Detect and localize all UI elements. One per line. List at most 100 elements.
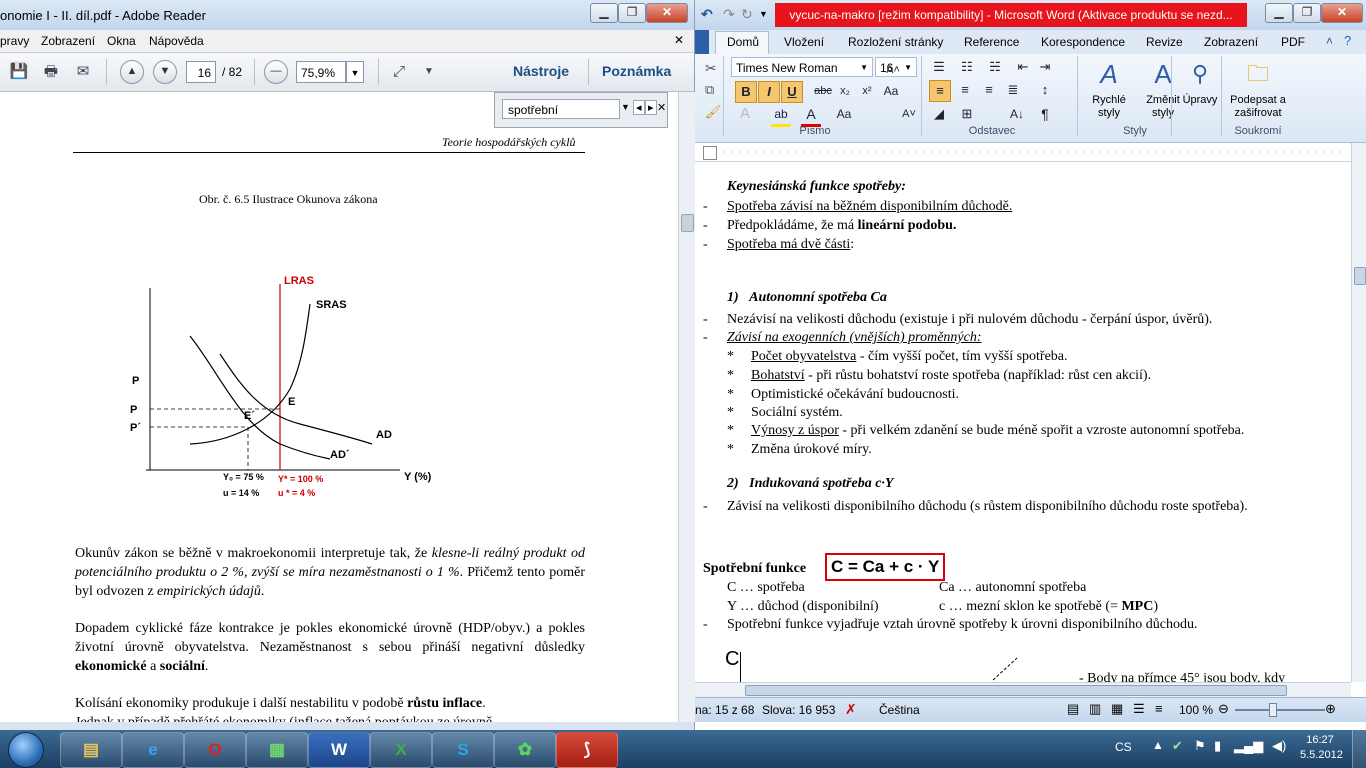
undo-icon[interactable]: ↶: [701, 6, 713, 23]
sign-encrypt-button[interactable]: Podepsat a zašifrovat: [1225, 94, 1291, 120]
proofing-icon[interactable]: ✗: [845, 701, 857, 718]
sign-encrypt-icon[interactable]: 🗀: [1241, 58, 1275, 90]
format-painter-icon[interactable]: 🖌: [705, 104, 722, 120]
maximize-button[interactable]: ❐: [618, 3, 646, 23]
print-icon[interactable]: 🖶: [40, 61, 62, 83]
close-button[interactable]: ✕: [646, 3, 688, 23]
shading-icon[interactable]: ◢: [929, 104, 949, 124]
minimize-button[interactable]: ▁: [1265, 3, 1293, 23]
office-button[interactable]: [695, 30, 709, 54]
zoom-slider-handle[interactable]: [1269, 703, 1277, 717]
menu-help[interactable]: Nápověda: [149, 34, 204, 48]
sort-icon[interactable]: A↓: [1007, 104, 1027, 124]
font-name-select[interactable]: Times New Roman ▼: [731, 57, 873, 77]
change-styles-icon[interactable]: A: [1143, 58, 1183, 90]
line-spacing-icon[interactable]: ↕: [1035, 80, 1055, 100]
page-number-input[interactable]: 16: [186, 61, 216, 83]
taskbar-icq[interactable]: ✿: [494, 732, 556, 768]
quick-styles-icon[interactable]: A: [1089, 58, 1129, 90]
ruler[interactable]: [695, 143, 1351, 162]
zoom-out-icon[interactable]: ⊖: [1218, 701, 1229, 717]
status-words[interactable]: Slova: 16 953: [762, 703, 835, 717]
status-zoom[interactable]: 100 %: [1179, 703, 1213, 717]
taskbar-explorer[interactable]: ▤: [60, 732, 122, 768]
tab-references[interactable]: Reference: [964, 35, 1019, 49]
repeat-icon[interactable]: ↻: [741, 6, 753, 23]
fullscreen-icon[interactable]: ⤢: [388, 61, 410, 83]
tab-insert[interactable]: Vložení: [784, 35, 824, 49]
reader-scroll-thumb[interactable]: [681, 214, 694, 232]
font-name-dropdown-icon[interactable]: ▼: [860, 58, 868, 78]
subscript-button[interactable]: x₂: [835, 81, 855, 101]
show-marks-icon[interactable]: ¶: [1035, 104, 1055, 124]
reader-titlebar[interactable]: onomie I - II. díl.pdf - Adobe Reader ▁ …: [0, 0, 694, 30]
save-icon[interactable]: 💾: [8, 61, 30, 83]
word-hscrollbar[interactable]: [695, 682, 1351, 697]
find-next-icon[interactable]: ▸: [645, 100, 657, 115]
numbering-icon[interactable]: ☷: [957, 57, 977, 77]
status-language[interactable]: Čeština: [879, 703, 920, 717]
word-scroll-thumb[interactable]: [1354, 267, 1366, 285]
help-icon[interactable]: ?: [1344, 33, 1351, 48]
toolbar-more-icon[interactable]: ▼: [418, 61, 440, 83]
menu-view[interactable]: Zobrazení: [41, 34, 95, 48]
strikethrough-button[interactable]: abc: [813, 81, 833, 101]
grow-font-icon[interactable]: A˄: [883, 60, 903, 80]
find-options-icon[interactable]: ▼: [621, 102, 630, 112]
underline-button[interactable]: U: [781, 81, 803, 103]
align-left-button[interactable]: ≡: [929, 80, 951, 102]
zoom-dropdown-icon[interactable]: ▼: [346, 61, 364, 83]
reader-scrollbar[interactable]: [678, 92, 695, 722]
maximize-button[interactable]: ❐: [1293, 3, 1321, 23]
comment-link[interactable]: Poznámka: [602, 63, 671, 79]
taskbar-excel[interactable]: X: [370, 732, 432, 768]
tab-mailings[interactable]: Korespondence: [1041, 35, 1125, 49]
font-color-icon[interactable]: A: [801, 104, 821, 127]
word-titlebar[interactable]: ↶ ↷ ↻ ▼ vycuc-na-makro [režim kompatibil…: [695, 0, 1366, 30]
find-input[interactable]: spotřební: [502, 99, 620, 119]
word-scrollbar[interactable]: [1351, 143, 1366, 682]
taskbar-opera[interactable]: O: [184, 732, 246, 768]
tray-expand-icon[interactable]: ▲: [1152, 738, 1164, 752]
tray-power-icon[interactable]: ▮: [1214, 738, 1221, 754]
bullets-icon[interactable]: ☰: [929, 57, 949, 77]
tab-view[interactable]: Zobrazení: [1204, 35, 1258, 49]
quick-styles-button[interactable]: Rychlé styly: [1083, 94, 1135, 120]
show-desktop-button[interactable]: [1352, 730, 1366, 768]
multilevel-list-icon[interactable]: ☵: [985, 57, 1005, 77]
tray-volume-icon[interactable]: ◀): [1272, 738, 1286, 754]
copy-icon[interactable]: ⧉: [705, 82, 714, 98]
ribbon-minimize-icon[interactable]: ˄: [1326, 34, 1333, 48]
prev-page-button[interactable]: ▲: [120, 60, 144, 84]
find-prev-icon[interactable]: ◂: [633, 100, 645, 115]
minimize-button[interactable]: ▁: [590, 3, 618, 23]
taskbar-skype[interactable]: S: [432, 732, 494, 768]
close-doc-icon[interactable]: ✕: [674, 33, 684, 47]
zoom-input[interactable]: 75,9%: [296, 61, 346, 83]
reading-layout-icon[interactable]: ▥: [1089, 701, 1101, 717]
quick-access-dropdown-icon[interactable]: ▼: [759, 9, 768, 19]
font-size-toggle-icon[interactable]: Aa: [833, 104, 855, 124]
tab-selector-icon[interactable]: [703, 146, 717, 160]
taskbar-word[interactable]: W: [308, 732, 370, 768]
find-close-icon[interactable]: ✕: [657, 101, 666, 114]
tools-link[interactable]: Nástroje: [513, 63, 569, 79]
word-document-page[interactable]: Keynesiánská funkce spotřeby: - Spotřeba…: [695, 162, 1351, 682]
tab-page-layout[interactable]: Rozložení stránky: [848, 35, 943, 49]
font-size-dropdown-icon[interactable]: ▼: [904, 58, 912, 78]
print-layout-icon[interactable]: ▤: [1067, 701, 1079, 717]
taskbar-pdf[interactable]: ⟆: [556, 732, 618, 768]
borders-icon[interactable]: ⊞: [957, 104, 977, 124]
next-page-button[interactable]: ▼: [153, 60, 177, 84]
editing-button[interactable]: Úpravy: [1177, 94, 1223, 106]
close-button[interactable]: ✕: [1321, 3, 1363, 23]
input-language[interactable]: CS: [1115, 740, 1132, 754]
tray-signal-icon[interactable]: ▂▄▆: [1234, 738, 1263, 754]
web-layout-icon[interactable]: ▦: [1111, 701, 1123, 717]
tray-network-icon[interactable]: ✔: [1172, 738, 1183, 754]
align-right-button[interactable]: ≡: [979, 80, 999, 100]
highlight-icon[interactable]: ab: [771, 104, 791, 127]
superscript-button[interactable]: x²: [857, 81, 877, 101]
email-icon[interactable]: ✉: [72, 61, 94, 83]
start-button[interactable]: [8, 732, 44, 768]
